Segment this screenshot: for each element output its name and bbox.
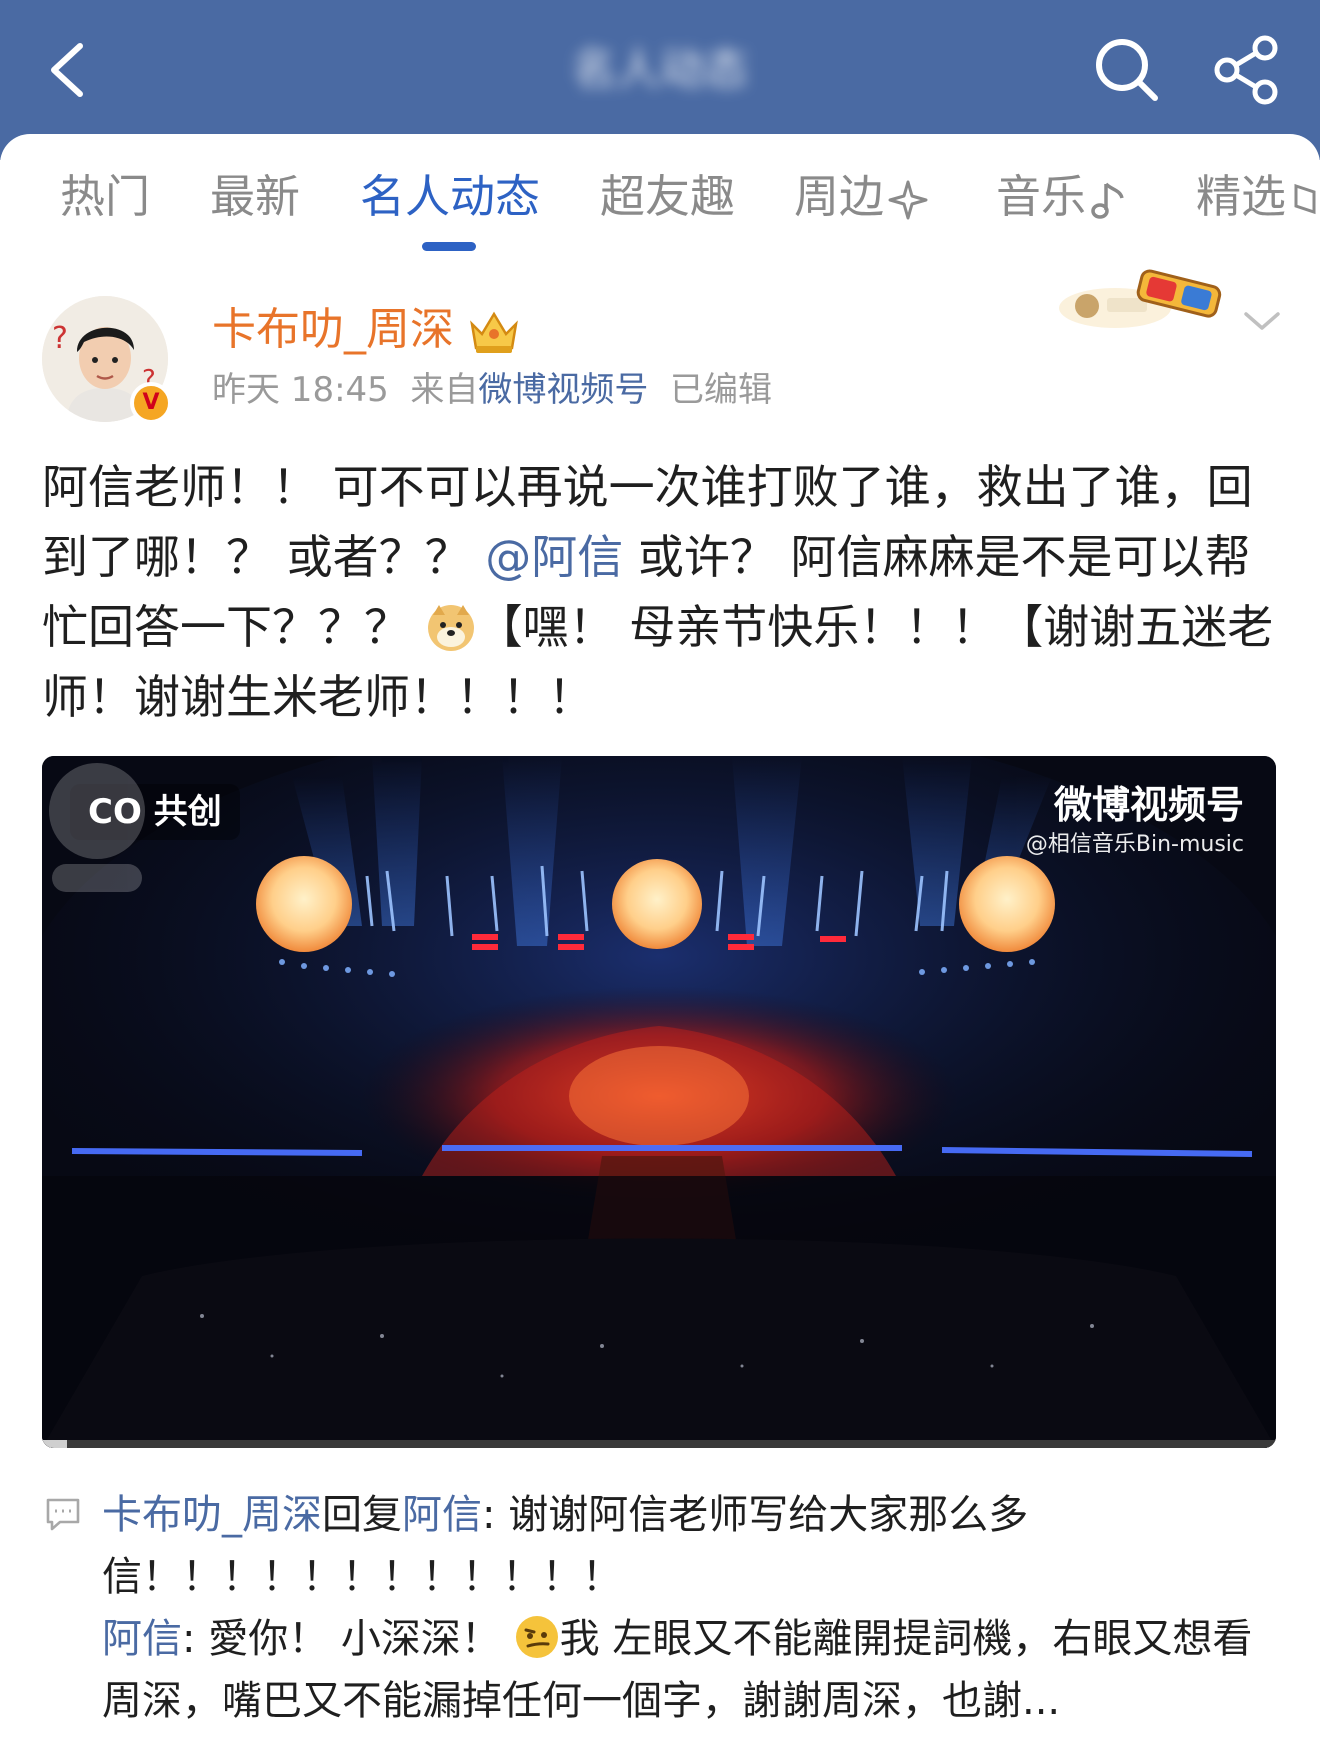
post-author-name[interactable]: 卡布叻_周深 (212, 300, 454, 360)
tab-fun[interactable]: 超友趣 (600, 164, 735, 230)
share-button[interactable] (1205, 28, 1289, 112)
reply-word: 回复 (322, 1492, 402, 1538)
post-source-link[interactable]: 微博视频号 (478, 370, 648, 410)
doge-emoji-icon (427, 605, 474, 651)
watermark-handle: @相信音乐Bin-music (1025, 832, 1244, 857)
mention-link[interactable]: @阿信 (485, 530, 623, 584)
video-progress-track[interactable] (42, 1440, 1276, 1448)
bin-music-follow-icon[interactable] (42, 756, 152, 896)
tab-featured[interactable]: 精选 (1196, 164, 1318, 230)
tab-merch-label: 周边 (794, 170, 885, 223)
post-meta: 昨天 18:45 来自微博视频号 已编辑 (212, 366, 772, 414)
edited-label: 已编辑 (670, 370, 773, 410)
comment-list: 卡布叻_周深回复阿信: 谢谢阿信老师写给大家那么多信！！！！！！！！！！！！ 阿… (102, 1484, 1282, 1732)
comment-icon (46, 1498, 80, 1531)
back-button[interactable] (30, 30, 110, 110)
comment-text-before: : 愛你！ 小深深！ (182, 1616, 514, 1662)
comment-item[interactable]: 阿信: 愛你！ 小深深！ 我 左眼又不能離開提詞機，右眼又想看周深，嘴巴又不能漏… (102, 1608, 1282, 1732)
video-watermark: 微博视频号 @相信音乐Bin-music (1026, 780, 1244, 860)
share-icon (1214, 35, 1278, 105)
tab-music[interactable]: 音乐 (996, 164, 1128, 230)
post-time: 昨天 18:45 (212, 370, 389, 410)
chevron-down-icon[interactable] (1240, 306, 1284, 336)
tab-featured-label: 精选 (1196, 170, 1287, 223)
tab-hot[interactable]: 热门 (60, 164, 150, 230)
page-title: 名人动态 (572, 44, 748, 95)
comment-item[interactable]: 卡布叻_周深回复阿信: 谢谢阿信老师写给大家那么多信！！！！！！！！！！！！ (102, 1484, 1282, 1608)
tab-celebrity[interactable]: 名人动态 (360, 164, 540, 230)
featured-icon (1294, 183, 1316, 215)
verified-badge-icon: V (130, 382, 172, 424)
source-prefix: 来自 (410, 370, 479, 410)
tab-music-label: 音乐 (996, 170, 1087, 223)
tab-latest[interactable]: 最新 (210, 164, 300, 230)
search-icon (1096, 39, 1158, 101)
watermark-title: 微博视频号 (1053, 783, 1244, 827)
3d-glasses-decoration-icon (1059, 269, 1222, 328)
video-player[interactable]: CO 共创 微博视频号 @相信音乐Bin-music (42, 756, 1276, 1448)
music-note-icon (1091, 182, 1124, 219)
tab-merch[interactable]: 周边 (794, 164, 930, 230)
svg-text:?: ? (52, 321, 68, 356)
post-text: 阿信老师！！ 可不可以再说一次谁打败了谁，救出了谁，回到了哪！？ 或者？？ @阿… (42, 452, 1282, 732)
search-button[interactable] (1085, 28, 1169, 112)
crown-badge-icon (470, 311, 518, 353)
back-arrow-icon (51, 43, 83, 97)
comment-author[interactable]: 卡布叻_周深 (102, 1492, 322, 1538)
video-progress-fill (42, 1440, 67, 1448)
smirk-emoji-icon (515, 1616, 558, 1658)
sparkle-icon (888, 180, 928, 220)
comment-author[interactable]: 阿信 (102, 1616, 182, 1662)
category-tabs: 热门 最新 名人动态 超友趣 周边 音乐 精选 (0, 134, 1320, 260)
active-tab-indicator (422, 242, 476, 251)
reply-to-name[interactable]: 阿信 (402, 1492, 482, 1538)
